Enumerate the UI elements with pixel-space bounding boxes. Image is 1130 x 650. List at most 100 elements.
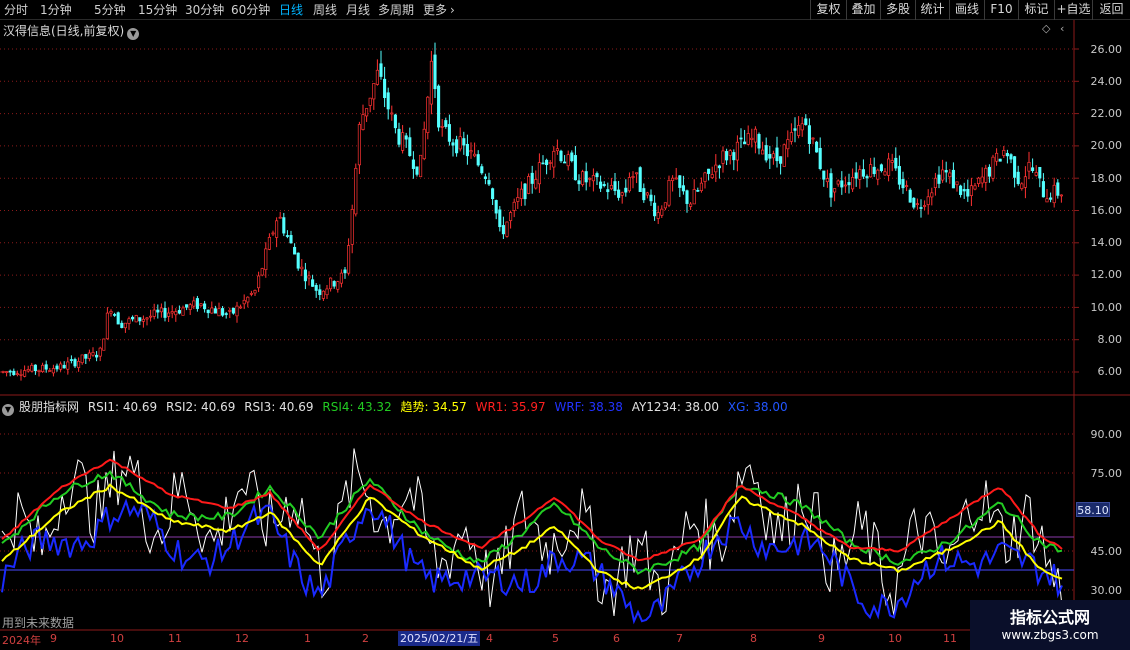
candle-down: [195, 298, 199, 309]
candle-up: [995, 152, 999, 162]
candle-up: [663, 202, 667, 209]
candle-down: [768, 154, 772, 159]
candle-up: [969, 185, 973, 196]
candle-down: [293, 246, 297, 255]
candle-up: [735, 141, 739, 161]
candle-down: [764, 145, 768, 161]
candle-up: [257, 275, 261, 289]
candle-down: [451, 142, 455, 146]
candle-down: [231, 307, 235, 314]
candle-down: [807, 125, 811, 144]
candle-down: [397, 128, 401, 145]
time-axis-label: 11: [943, 632, 957, 645]
candle-up: [365, 108, 369, 117]
time-axis-label: 9: [50, 632, 57, 645]
candle-up: [372, 83, 376, 100]
candle-up: [339, 272, 343, 284]
candle-down: [379, 63, 383, 77]
price-axis-label: 26.00: [1090, 43, 1123, 56]
candle-up: [23, 370, 27, 377]
candle-down: [131, 316, 135, 320]
candle-down: [203, 303, 207, 310]
time-axis-label: 1: [304, 632, 311, 645]
candle-up: [811, 137, 815, 140]
candle-down: [1009, 154, 1013, 160]
candle-down: [206, 309, 210, 314]
candle-up: [458, 136, 462, 150]
candle-up: [800, 123, 804, 131]
candle-down: [213, 308, 217, 314]
candle-up: [660, 208, 664, 216]
candle-up: [591, 175, 595, 182]
candle-up: [422, 128, 426, 160]
candle-down: [897, 166, 901, 185]
candle-up: [890, 160, 894, 163]
rsi4-value: RSI4: 43.32: [322, 400, 392, 414]
candle-up: [181, 307, 185, 316]
candle-up: [833, 188, 837, 193]
chevron-down-icon[interactable]: ▼: [2, 404, 14, 416]
indicator-axis-label: 75.00: [1090, 467, 1123, 480]
candle-up: [249, 293, 253, 295]
candle-up: [858, 169, 862, 180]
candle-up: [869, 164, 873, 178]
chevron-left-icon[interactable]: ‹: [1060, 22, 1064, 35]
candle-up: [192, 300, 196, 307]
candle-down: [681, 185, 685, 192]
candle-down: [678, 175, 682, 188]
candle-up: [728, 150, 732, 156]
chevron-down-icon[interactable]: ▼: [127, 28, 140, 40]
candle-up: [923, 205, 927, 207]
candle-up: [973, 185, 977, 190]
candle-up: [566, 154, 570, 167]
price-axis-label: 14.00: [1090, 236, 1123, 249]
candle-down: [480, 166, 484, 174]
candle-down: [901, 179, 905, 189]
candle-up: [883, 171, 887, 176]
candle-down: [775, 147, 779, 162]
indicator-name[interactable]: 股朋指标网: [19, 400, 79, 414]
time-axis-label: 5: [552, 632, 559, 645]
candle-down: [84, 354, 88, 359]
candle-down: [757, 134, 761, 149]
candle-down: [501, 225, 505, 235]
candle-up: [37, 369, 41, 372]
candle-down: [779, 156, 783, 164]
candle-down: [433, 54, 437, 90]
time-axis-label: 11: [168, 632, 182, 645]
candle-down: [185, 304, 189, 308]
candle-down: [613, 181, 617, 192]
candle-up: [30, 364, 34, 372]
candle-up: [710, 174, 714, 179]
candle-down: [872, 166, 876, 175]
diamond-icon[interactable]: ◇: [1042, 22, 1050, 35]
candle-down: [1031, 167, 1035, 171]
time-axis-label: 7: [676, 632, 683, 645]
candle-down: [177, 310, 181, 314]
candle-up: [235, 305, 239, 317]
candle-up: [390, 112, 394, 115]
candle-up: [941, 169, 945, 181]
indicator-axis-label: 45.00: [1090, 545, 1123, 558]
candle-up: [51, 368, 55, 374]
candle-up: [336, 281, 340, 290]
time-axis-label: 10: [110, 632, 124, 645]
candle-up: [300, 266, 304, 270]
candle-up: [786, 139, 790, 150]
candle-up: [325, 288, 329, 296]
candle-up: [703, 172, 707, 182]
candle-up: [714, 164, 718, 173]
candle-up: [761, 149, 765, 155]
watermark: 指标公式网 www.zbgs3.com: [970, 600, 1130, 650]
candle-down: [919, 207, 923, 209]
candle-up: [217, 308, 221, 317]
stock-chart-canvas[interactable]: [0, 0, 1130, 650]
candle-down: [959, 185, 963, 195]
candle-up: [347, 245, 351, 274]
candle-up: [721, 150, 725, 164]
chart-title[interactable]: 汉得信息(日线,前复权) ▼: [3, 22, 140, 40]
candle-up: [210, 307, 214, 314]
candle-down: [411, 159, 415, 169]
candle-up: [242, 299, 246, 305]
candle-up: [1027, 162, 1031, 172]
